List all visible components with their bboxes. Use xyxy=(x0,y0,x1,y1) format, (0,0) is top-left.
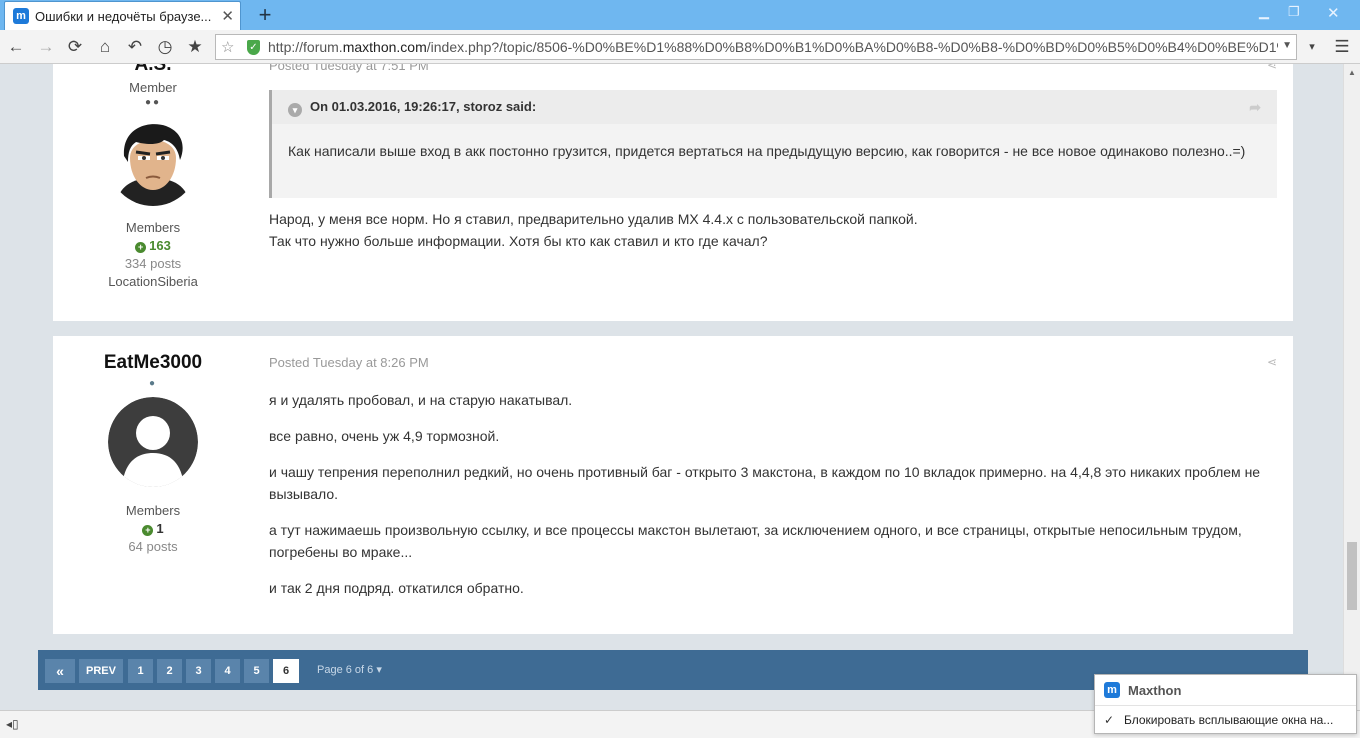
post-paragraph: все равно, очень уж 4,9 тормозной. xyxy=(269,428,500,444)
page-jump-dropdown[interactable]: Page 6 of 6 ▾ xyxy=(317,663,382,676)
title-bar: m Ошибки и недочёты браузе... ✕ + ▁ ❐ ✕ xyxy=(0,0,1360,30)
undo-icon[interactable]: ↶ xyxy=(125,37,145,57)
author-rank: Member xyxy=(129,80,177,95)
author-name[interactable]: EatMe3000 xyxy=(53,352,253,374)
post-body: Народ, у меня все норм. Но я ставил, пре… xyxy=(269,208,1277,252)
new-tab-button[interactable]: + xyxy=(254,2,276,28)
reputation-badge: +1 xyxy=(53,521,253,536)
page-button-1[interactable]: 1 xyxy=(128,659,153,683)
avatar[interactable] xyxy=(108,116,198,206)
restore-icon[interactable]: ❐ xyxy=(1288,4,1300,20)
browser-tab[interactable]: m Ошибки и недочёты браузе... ✕ xyxy=(4,1,241,30)
rank-pips: ● xyxy=(148,378,158,389)
post-count: 334 posts xyxy=(124,256,182,271)
popup-title: Maxthon xyxy=(1128,682,1182,698)
security-shield-icon[interactable]: ✓ xyxy=(247,40,260,55)
post-paragraph: я и удалять пробовал, и на старую накаты… xyxy=(269,392,573,408)
plus-icon: + xyxy=(135,242,147,253)
page-button-2[interactable]: 2 xyxy=(157,659,182,683)
plus-icon: + xyxy=(142,525,154,536)
close-window-icon[interactable]: ✕ xyxy=(1327,4,1340,22)
post-paragraph: и так 2 дня подряд. откатился обратно. xyxy=(269,580,524,596)
scroll-up-arrow-icon[interactable]: ▲ xyxy=(1348,68,1356,77)
page-button-4[interactable]: 4 xyxy=(215,659,240,683)
url-prefix: http://forum. xyxy=(268,39,343,55)
url-domain: maxthon.com xyxy=(342,39,427,55)
maxthon-logo-icon: m xyxy=(1104,682,1120,698)
author-name[interactable]: A.S. xyxy=(53,64,253,76)
reputation-value: 1 xyxy=(156,521,164,536)
popup-blocker-notification: m Maxthon ✓ Блокировать всплывающие окна… xyxy=(1094,674,1357,734)
tab-title: Ошибки и недочёты браузе... xyxy=(35,8,212,24)
checkmark-icon: ✓ xyxy=(1104,713,1115,727)
rank-pips: ●● xyxy=(144,97,162,108)
post-body: я и удалять пробовал, и на старую накаты… xyxy=(269,389,1277,599)
post-author-panel: A.S. Member ●● Members +163 334 posts Lo… xyxy=(53,64,253,289)
scrollbar-thumb[interactable] xyxy=(1347,542,1357,610)
home-icon[interactable]: ⌂ xyxy=(95,37,115,57)
favorites-star-icon[interactable]: ★ xyxy=(185,37,205,57)
post-author-panel: EatMe3000 ● Members +1 64 posts xyxy=(53,352,253,554)
main-menu-icon[interactable]: ☰ xyxy=(1332,37,1352,57)
url-text[interactable]: http://forum.maxthon.com/index.php?/topi… xyxy=(268,39,1278,55)
post-paragraph: Народ, у меня все норм. Но я ставил, пре… xyxy=(269,211,918,227)
quote-citation: On 01.03.2016, 19:26:17, storoz said: xyxy=(310,99,537,114)
forum-post: EatMe3000 ● Members +1 64 posts Posted T… xyxy=(53,336,1293,634)
download-menu-icon[interactable]: ▾ xyxy=(1302,37,1322,57)
member-group: Members xyxy=(125,503,181,518)
post-paragraph: и чашу тепрения переполнил редкий, но оч… xyxy=(269,464,1261,502)
post-paragraph: Так что нужно больше информации. Хотя бы… xyxy=(269,233,768,249)
page-button-3[interactable]: 3 xyxy=(186,659,211,683)
page-button-5[interactable]: 5 xyxy=(244,659,269,683)
avatar[interactable] xyxy=(108,397,198,487)
reputation-badge: +163 xyxy=(53,238,253,253)
url-path: /index.php?/topic/8506-%D0%BE%D1%88%D0%B… xyxy=(426,39,1278,55)
maxthon-logo-icon: m xyxy=(13,8,29,24)
first-page-button[interactable]: « xyxy=(45,659,75,683)
address-bar[interactable]: ☆ ✓ http://forum.maxthon.com/index.php?/… xyxy=(215,34,1297,60)
minimize-icon[interactable]: ▁ xyxy=(1259,4,1269,20)
post-timestamp[interactable]: Posted Tuesday at 7:51 PM xyxy=(269,64,429,73)
page-button-6-current[interactable]: 6 xyxy=(273,659,299,683)
prev-page-button[interactable]: PREV xyxy=(79,659,123,683)
sidebar-toggle-icon[interactable]: ◂▯ xyxy=(6,717,19,731)
author-location: LocationSiberia xyxy=(108,274,198,289)
share-icon[interactable]: ⋖ xyxy=(1267,355,1277,369)
close-tab-icon[interactable]: ✕ xyxy=(221,7,234,25)
history-icon[interactable]: ◷ xyxy=(155,37,175,57)
bookmark-star-icon[interactable]: ☆ xyxy=(221,38,234,56)
quote-header: ▾ On 01.03.2016, 19:26:17, storoz said: ➦ xyxy=(272,90,1277,124)
share-icon[interactable]: ⋖ xyxy=(1267,64,1277,72)
forum-post: A.S. Member ●● Members +163 334 posts Lo… xyxy=(53,64,1293,321)
vertical-scrollbar[interactable]: ▲ ▼ xyxy=(1343,64,1360,710)
post-timestamp[interactable]: Posted Tuesday at 8:26 PM xyxy=(269,355,429,370)
block-popups-option[interactable]: ✓ Блокировать всплывающие окна на... xyxy=(1095,706,1356,734)
quote-block: ▾ On 01.03.2016, 19:26:17, storoz said: ➦ … xyxy=(269,90,1277,198)
collapse-chevron-icon[interactable]: ▾ xyxy=(288,103,302,117)
forward-arrow-icon[interactable]: → xyxy=(36,37,56,57)
post-paragraph: а тут нажимаешь произвольную ссылку, и в… xyxy=(269,522,1242,560)
forum-page: A.S. Member ●● Members +163 334 posts Lo… xyxy=(0,64,1343,710)
quote-share-icon[interactable]: ➦ xyxy=(1249,90,1261,124)
reputation-value: 163 xyxy=(149,238,171,253)
popup-header: m Maxthon xyxy=(1095,675,1356,706)
member-group: Members xyxy=(125,220,181,235)
back-arrow-icon[interactable]: ← xyxy=(6,37,26,57)
block-popups-label: Блокировать всплывающие окна на... xyxy=(1124,713,1334,727)
post-count: 64 posts xyxy=(128,539,178,554)
quote-text: Как написали выше вход в акк постонно гр… xyxy=(288,143,1246,159)
refresh-icon[interactable]: ⟳ xyxy=(65,37,85,57)
url-dropdown-icon[interactable]: ▼ xyxy=(1282,40,1292,51)
navigation-bar: ← → ⟳ ⌂ ↶ ◷ ★ ☆ ✓ http://forum.maxthon.c… xyxy=(0,30,1360,64)
